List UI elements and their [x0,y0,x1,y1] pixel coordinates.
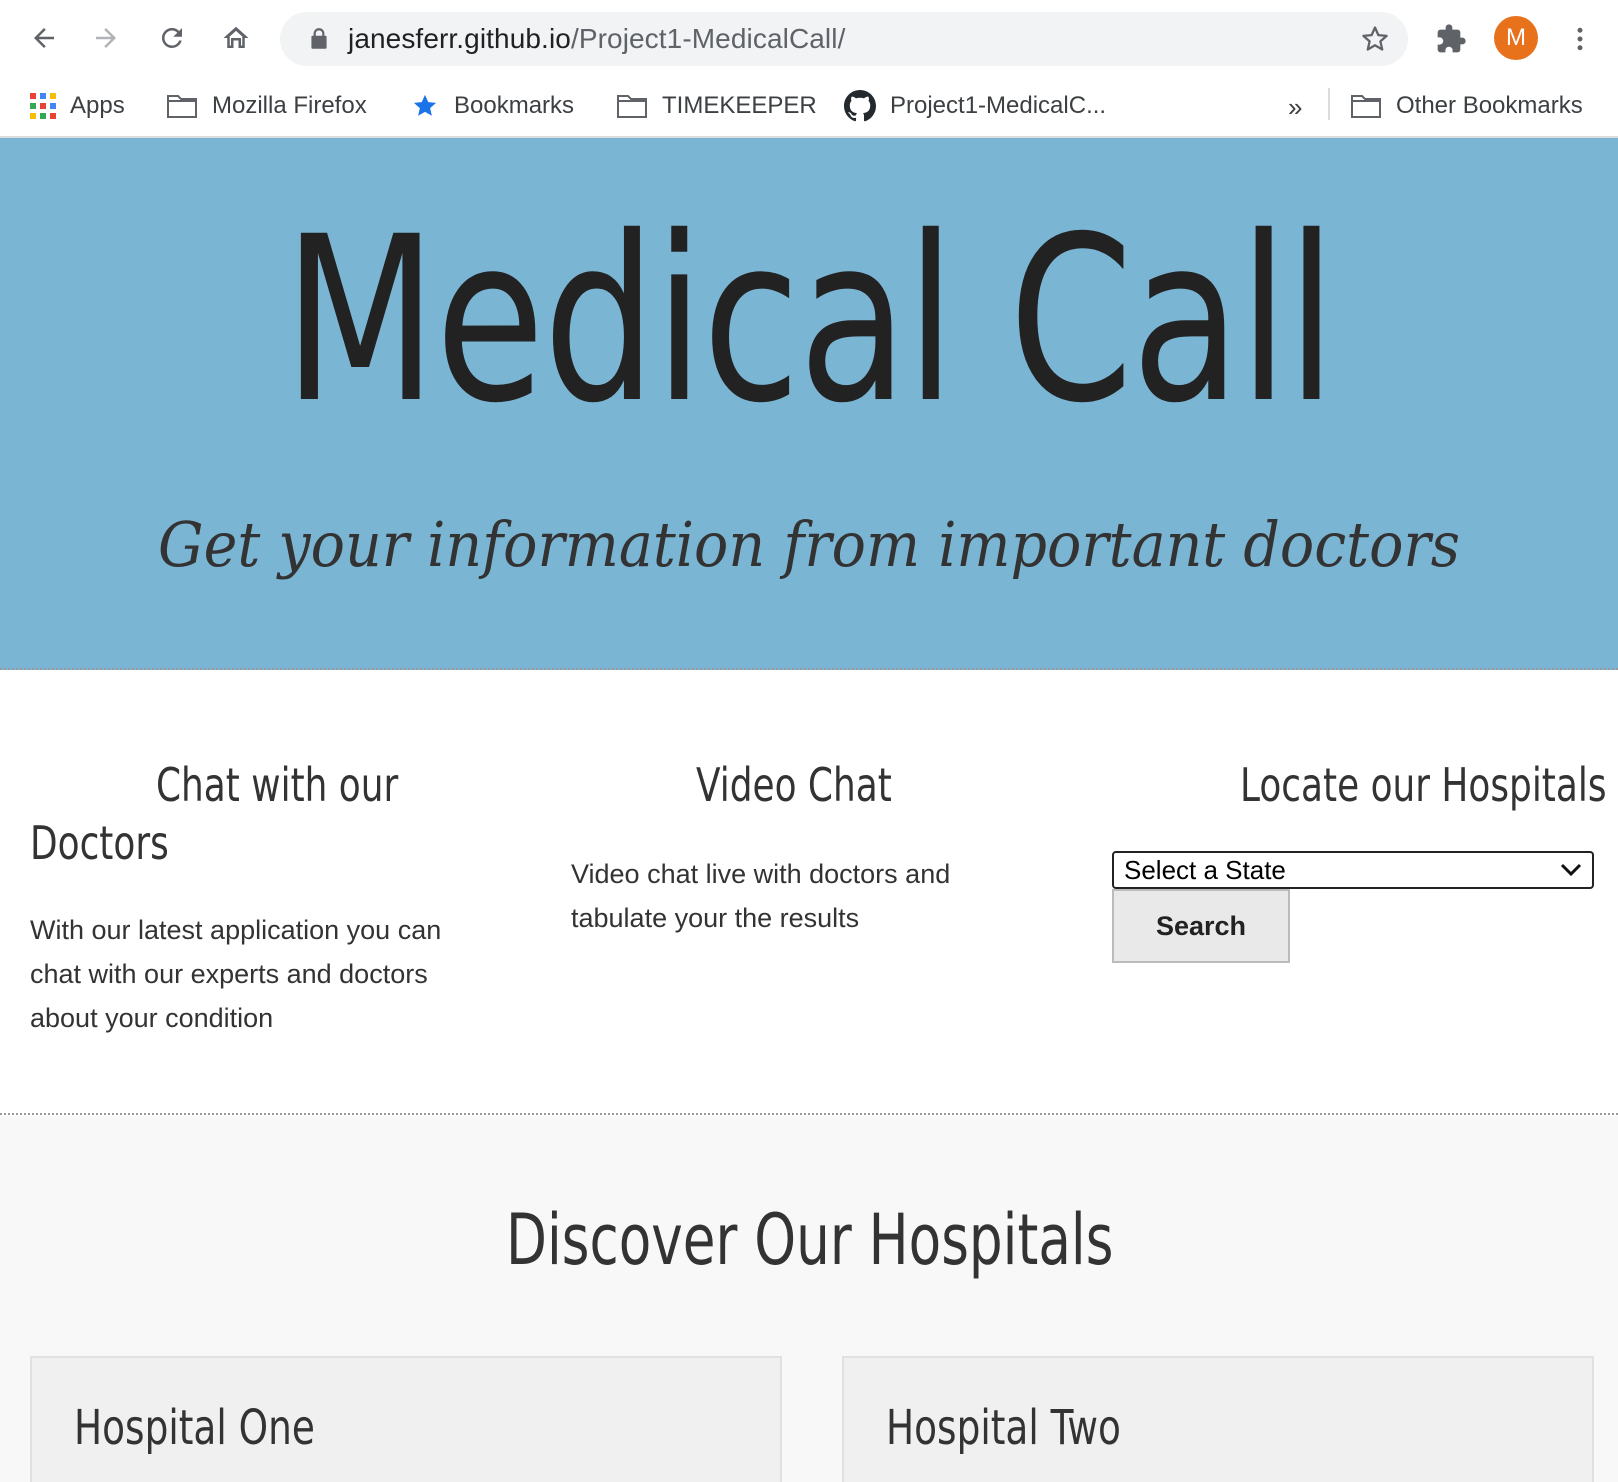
site-subtitle: Get your information from important doct… [158,508,1460,581]
arrow-left-icon [34,28,54,48]
reload-button[interactable] [148,14,196,62]
browser-toolbar: janesferr.github.io/Project1-MedicalCall… [0,0,1618,76]
chat-title-line1: Chat with our [156,758,399,812]
bookmarks-bar: Apps Mozilla Firefox Bookmarks TIMEKEEPE… [0,76,1618,138]
bookmark-label: Other Bookmarks [1396,92,1583,119]
more-bookmarks-chevron[interactable]: » [1288,92,1302,123]
bookmark-label: TIMEKEEPER [662,92,817,119]
chat-description: With our latest application you can chat… [30,915,442,1033]
folder-icon [617,95,647,118]
puzzle-icon [1437,24,1466,53]
bookmark-other-bookmarks[interactable]: Other Bookmarks [1350,86,1583,126]
video-chat-title: Video Chat [696,758,892,812]
search-button[interactable]: Search [1112,889,1290,963]
url-host: janesferr.github.io [348,23,571,54]
arrow-right-icon [96,28,116,48]
folder-icon [167,95,197,118]
url-text: janesferr.github.io/Project1-MedicalCall… [348,23,845,55]
url-path: /Project1-MedicalCall/ [570,23,846,54]
chat-title-line2: Doctors [30,816,169,870]
lock-icon [311,28,327,49]
hospital-card: Hospital One [30,1356,782,1482]
bookmark-mozilla-firefox[interactable]: Mozilla Firefox [166,86,367,126]
hospital-card-title: Hospital One [74,1400,315,1456]
site-title: Medical Call [283,187,1336,453]
bookmarks-divider [1328,88,1330,120]
extensions-button[interactable] [1430,18,1472,60]
bookmark-label: Apps [70,92,125,119]
home-icon [223,26,249,48]
locate-hospitals-title: Locate our Hospitals [1240,758,1607,812]
state-select[interactable]: Select a State [1112,851,1594,889]
folder-icon [1351,95,1381,118]
bookmark-timekeeper[interactable]: TIMEKEEPER [616,86,817,126]
bookmark-label: Mozilla Firefox [212,92,367,119]
bookmark-star-icon[interactable] [1360,24,1390,54]
bookmark-project1[interactable]: Project1-MedicalC... [844,86,1106,126]
hero-banner: Medical Call Get your information from i… [0,138,1618,670]
bookmark-label: Project1-MedicalC... [890,92,1107,119]
chevron-down-icon [1560,863,1582,877]
hospital-card-title: Hospital Two [886,1400,1121,1456]
github-icon [844,90,876,122]
home-button[interactable] [212,14,260,62]
bookmark-label: Bookmarks [454,92,575,119]
back-button[interactable] [20,14,68,62]
discover-section: Discover Our Hospitals Hospital One Hosp… [0,1116,1618,1482]
star-icon [413,94,437,116]
bookmark-bookmarks[interactable]: Bookmarks [410,86,574,126]
apps-grid-icon [30,93,56,119]
bookmark-apps[interactable]: Apps [30,86,125,126]
discover-title: Discover Our Hospitals [506,1199,1114,1281]
state-select-value: Select a State [1124,854,1286,885]
video-chat-description: Video chat live with doctors and tabulat… [571,859,951,933]
kebab-menu-icon [1577,27,1583,51]
features-section: Chat with our Doctors With our latest ap… [0,670,1618,1115]
reload-icon [161,27,182,48]
address-bar[interactable]: janesferr.github.io/Project1-MedicalCall… [280,12,1408,66]
forward-button[interactable] [82,14,130,62]
hospital-card: Hospital Two [842,1356,1594,1482]
browser-menu-button[interactable] [1562,18,1598,60]
profile-avatar[interactable]: M [1494,16,1538,60]
